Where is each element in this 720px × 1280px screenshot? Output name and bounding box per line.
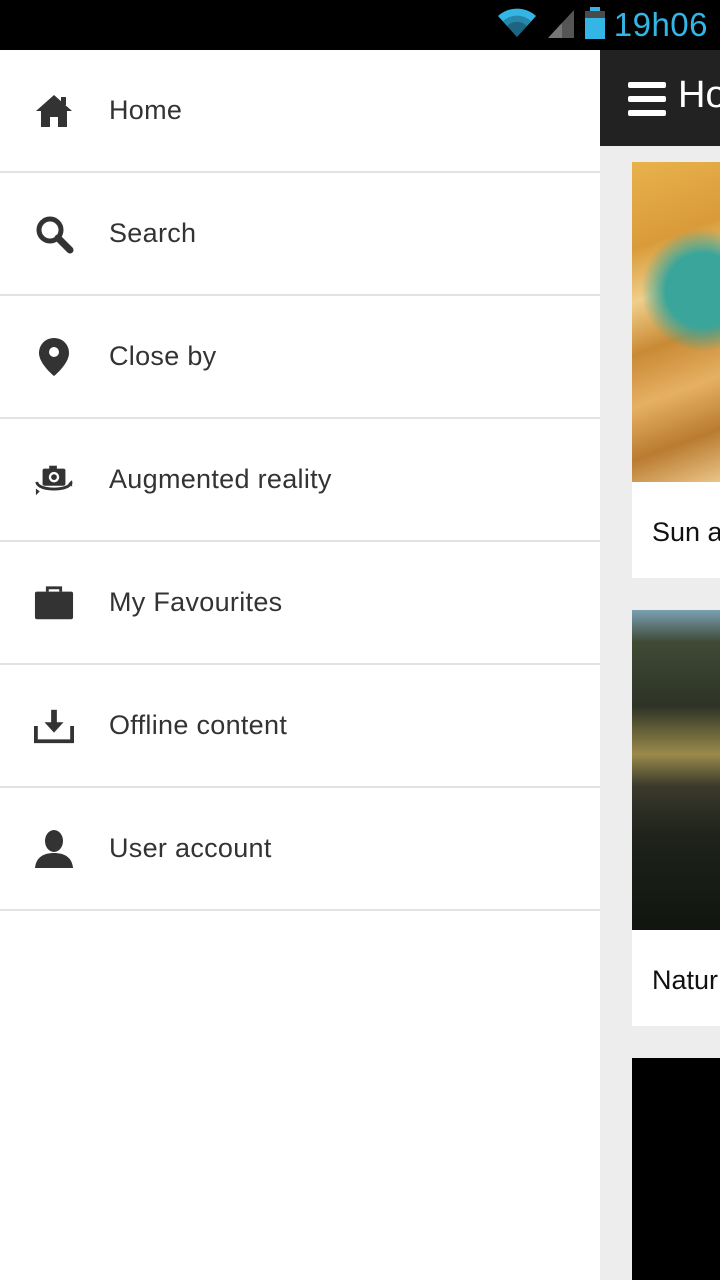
drawer-item-search[interactable]: Search bbox=[0, 173, 600, 296]
action-bar: Ho bbox=[600, 50, 720, 146]
status-bar: 19h06 bbox=[0, 0, 720, 50]
drawer-item-offline-content[interactable]: Offline content bbox=[0, 665, 600, 788]
briefcase-icon bbox=[34, 583, 74, 623]
download-icon bbox=[34, 706, 74, 746]
drawer-item-label: Search bbox=[109, 218, 197, 248]
drawer-item-my-favourites[interactable]: My Favourites bbox=[0, 542, 600, 665]
card-caption: Natur bbox=[652, 965, 719, 995]
drawer-item-close-by[interactable]: Close by bbox=[0, 296, 600, 419]
battery-icon bbox=[584, 6, 606, 45]
wifi-icon bbox=[496, 7, 538, 44]
card-caption: Sun a bbox=[652, 517, 720, 547]
drawer-item-label: Close by bbox=[109, 341, 217, 371]
signal-icon bbox=[546, 7, 576, 44]
page-title: Ho bbox=[678, 74, 720, 116]
drawer-item-home[interactable]: Home bbox=[0, 50, 600, 173]
location-pin-icon bbox=[34, 337, 74, 377]
drawer-item-label: Augmented reality bbox=[109, 464, 332, 494]
status-time: 19h06 bbox=[613, 6, 708, 43]
drawer-item-label: Home bbox=[109, 95, 183, 125]
drawer-item-label: User account bbox=[109, 833, 272, 863]
card-image bbox=[632, 610, 720, 930]
main-content: Ho Sun a Natur bbox=[600, 50, 720, 1280]
content-card[interactable]: Sun a bbox=[632, 162, 720, 578]
drawer-item-label: Offline content bbox=[109, 710, 288, 740]
home-icon bbox=[34, 91, 74, 131]
drawer-item-label: My Favourites bbox=[109, 587, 283, 617]
user-icon bbox=[34, 829, 74, 869]
navigation-drawer: Home Search Close by Augmented reality M… bbox=[0, 50, 600, 1280]
drawer-item-user-account[interactable]: User account bbox=[0, 788, 600, 911]
content-card[interactable] bbox=[632, 1058, 720, 1280]
ar-camera-icon bbox=[34, 460, 74, 500]
drawer-item-augmented-reality[interactable]: Augmented reality bbox=[0, 419, 600, 542]
card-image bbox=[632, 162, 720, 482]
menu-icon[interactable] bbox=[628, 82, 666, 116]
search-icon bbox=[34, 214, 74, 254]
content-card[interactable]: Natur bbox=[632, 610, 720, 1026]
